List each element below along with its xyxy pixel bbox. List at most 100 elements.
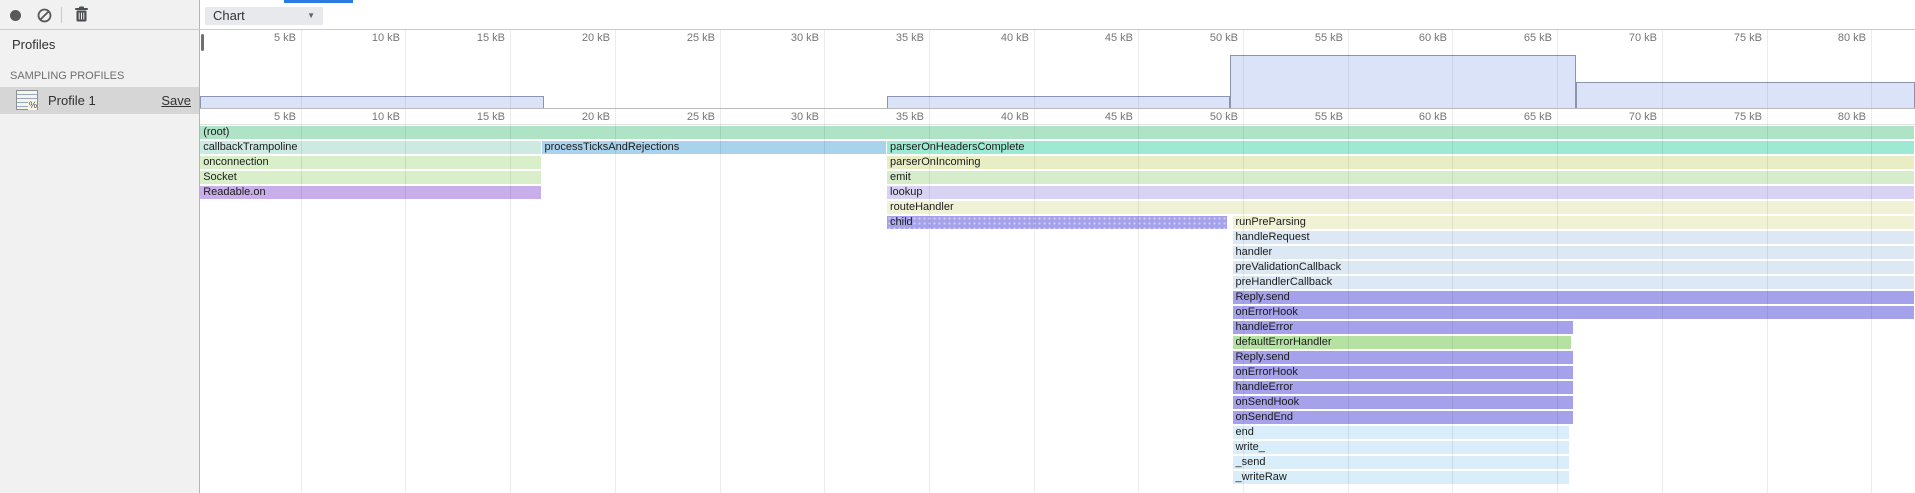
overview-pane[interactable]: 5 kB10 kB15 kB20 kB25 kB30 kB35 kB40 kB4… bbox=[200, 30, 1915, 109]
overview-tick-label: 50 kB bbox=[1163, 32, 1238, 44]
view-mode-select[interactable]: Chart ▼ bbox=[205, 7, 323, 25]
flame-frame[interactable]: handleError bbox=[1233, 381, 1573, 394]
clear-all-icon[interactable] bbox=[37, 8, 52, 23]
flame-frame[interactable]: Socket bbox=[200, 171, 540, 184]
gridline bbox=[615, 30, 616, 108]
flame-tick-label: 50 kB bbox=[1163, 111, 1238, 123]
flame-frame[interactable]: parserOnIncoming bbox=[887, 156, 1914, 169]
flame-frame[interactable]: Readable.on bbox=[200, 186, 540, 199]
record-icon[interactable] bbox=[10, 10, 21, 21]
gridline bbox=[1767, 30, 1768, 108]
gridline bbox=[1034, 30, 1035, 108]
gridline bbox=[510, 109, 511, 493]
flame-frame[interactable]: Reply.send bbox=[1233, 351, 1573, 364]
flame-frame[interactable]: (root) bbox=[200, 126, 1914, 139]
gridline bbox=[1452, 30, 1453, 108]
flame-tick-label: 70 kB bbox=[1582, 111, 1657, 123]
profiles-sidebar: Profiles SAMPLING PROFILES % Profile 1 S… bbox=[0, 30, 200, 493]
flame-frame[interactable]: runPreParsing bbox=[1233, 216, 1914, 229]
flame-frame[interactable]: onErrorHook bbox=[1233, 366, 1573, 379]
flame-tick-label: 15 kB bbox=[430, 111, 505, 123]
flame-frame[interactable]: onconnection bbox=[200, 156, 540, 169]
gridline bbox=[1662, 30, 1663, 108]
flame-frame[interactable]: _send bbox=[1233, 456, 1569, 469]
overview-scrollbar-thumb[interactable] bbox=[201, 34, 204, 51]
chevron-down-icon: ▼ bbox=[307, 7, 315, 25]
overview-tick-label: 65 kB bbox=[1477, 32, 1552, 44]
flame-tick-label: 35 kB bbox=[849, 111, 924, 123]
gridline bbox=[720, 109, 721, 493]
gridline bbox=[1034, 109, 1035, 493]
flame-frame[interactable]: callbackTrampoline bbox=[200, 141, 540, 154]
flame-tick-label: 25 kB bbox=[640, 111, 715, 123]
view-mode-value: Chart bbox=[213, 8, 245, 23]
overview-tick-label: 80 kB bbox=[1791, 32, 1866, 44]
flame-ruler-line bbox=[200, 124, 1915, 125]
overview-tick-label: 75 kB bbox=[1687, 32, 1762, 44]
flame-frame[interactable]: onSendEnd bbox=[1233, 411, 1573, 424]
gridline bbox=[1557, 109, 1558, 493]
flame-chart[interactable]: 5 kB10 kB15 kB20 kB25 kB30 kB35 kB40 kB4… bbox=[200, 109, 1915, 493]
overview-tick-label: 45 kB bbox=[1058, 32, 1133, 44]
gridline bbox=[1452, 109, 1453, 493]
overview-allocation-step bbox=[1576, 82, 1915, 108]
toolbar: Chart ▼ bbox=[0, 0, 1915, 30]
flame-frame[interactable]: handler bbox=[1233, 246, 1914, 259]
gridline bbox=[1348, 109, 1349, 493]
flame-tick-label: 40 kB bbox=[954, 111, 1029, 123]
overview-tick-label: 10 kB bbox=[325, 32, 400, 44]
gridline bbox=[1767, 109, 1768, 493]
gridline bbox=[1348, 30, 1349, 108]
flame-frame[interactable]: child bbox=[887, 216, 1227, 229]
flame-frame[interactable]: end bbox=[1233, 426, 1569, 439]
overview-tick-label: 25 kB bbox=[640, 32, 715, 44]
flame-tick-label: 75 kB bbox=[1687, 111, 1762, 123]
flame-frame[interactable]: onSendHook bbox=[1233, 396, 1573, 409]
flame-tick-label: 60 kB bbox=[1372, 111, 1447, 123]
flame-frame[interactable]: parserOnHeadersComplete bbox=[887, 141, 1914, 154]
overview-allocation-step bbox=[200, 96, 543, 108]
flame-frame[interactable]: preValidationCallback bbox=[1233, 261, 1914, 274]
sidebar-item-profile-1[interactable]: % Profile 1 Save bbox=[0, 87, 199, 114]
gridline bbox=[929, 109, 930, 493]
overview-tick-label: 35 kB bbox=[849, 32, 924, 44]
flame-frame[interactable]: defaultErrorHandler bbox=[1233, 336, 1571, 349]
gridline bbox=[824, 109, 825, 493]
overview-tick-label: 55 kB bbox=[1268, 32, 1343, 44]
profiles-toolbar bbox=[0, 0, 200, 29]
active-tab-indicator bbox=[284, 0, 353, 3]
save-profile-link[interactable]: Save bbox=[161, 93, 191, 108]
flame-tick-label: 65 kB bbox=[1477, 111, 1552, 123]
flame-tick-label: 20 kB bbox=[535, 111, 610, 123]
overview-tick-label: 60 kB bbox=[1372, 32, 1447, 44]
gridline bbox=[824, 30, 825, 108]
gridline bbox=[1138, 30, 1139, 108]
flame-frame[interactable]: preHandlerCallback bbox=[1233, 276, 1914, 289]
gridline bbox=[615, 109, 616, 493]
overview-tick-label: 30 kB bbox=[744, 32, 819, 44]
flame-frame[interactable]: Reply.send bbox=[1233, 291, 1914, 304]
flame-frame[interactable]: emit bbox=[887, 171, 1914, 184]
gridline bbox=[405, 30, 406, 108]
flame-frame[interactable]: handleError bbox=[1233, 321, 1573, 334]
delete-profile-icon[interactable] bbox=[74, 6, 89, 23]
flame-frame[interactable]: write_ bbox=[1233, 441, 1569, 454]
gridline bbox=[510, 30, 511, 108]
overview-tick-label: 15 kB bbox=[430, 32, 505, 44]
overview-allocation-step bbox=[887, 96, 1230, 108]
gridline bbox=[1243, 109, 1244, 493]
gridline bbox=[929, 30, 930, 108]
gridline bbox=[720, 30, 721, 108]
flame-frame[interactable]: onErrorHook bbox=[1233, 306, 1914, 319]
flame-frame[interactable]: routeHandler bbox=[887, 201, 1914, 214]
flame-frame[interactable]: lookup bbox=[887, 186, 1914, 199]
flame-frame[interactable]: processTicksAndRejections bbox=[542, 141, 887, 154]
flame-frame[interactable]: _writeRaw bbox=[1233, 471, 1569, 484]
overview-tick-label: 20 kB bbox=[535, 32, 610, 44]
flame-tick-label: 80 kB bbox=[1791, 111, 1866, 123]
percent-glyph: % bbox=[28, 101, 37, 110]
flame-frame[interactable]: handleRequest bbox=[1233, 231, 1914, 244]
gridline bbox=[1662, 109, 1663, 493]
profile-icon: % bbox=[16, 90, 38, 110]
overview-tick-label: 40 kB bbox=[954, 32, 1029, 44]
